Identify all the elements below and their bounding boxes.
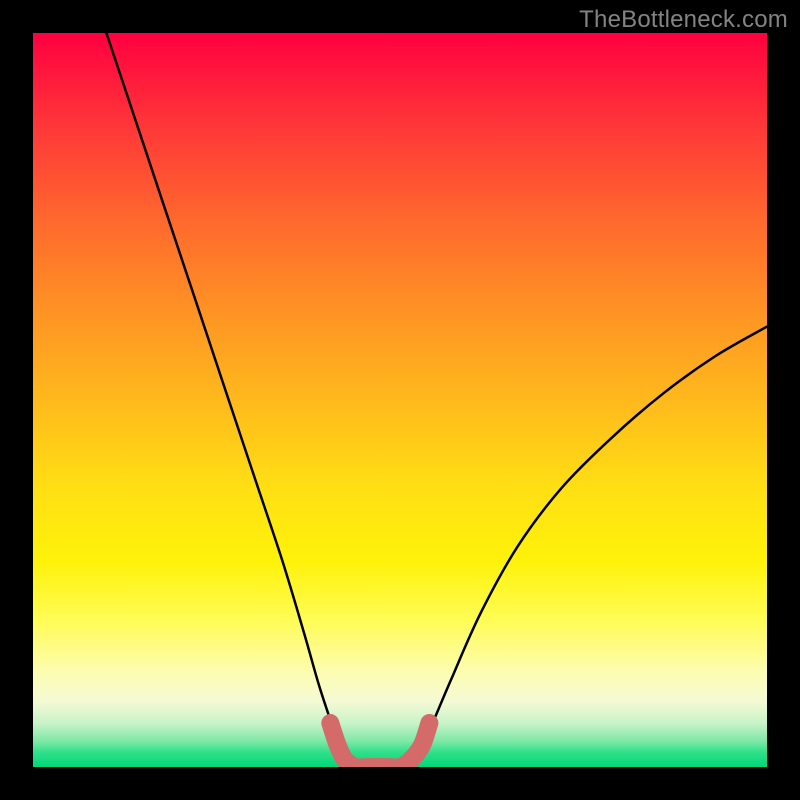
black-curve-left (106, 33, 345, 760)
plot-area (33, 33, 767, 767)
chart-svg (33, 33, 767, 767)
salmon-u-curve (330, 723, 429, 767)
black-curve-right (415, 327, 767, 760)
chart-frame: TheBottleneck.com (0, 0, 800, 800)
watermark-text: TheBottleneck.com (579, 6, 788, 34)
